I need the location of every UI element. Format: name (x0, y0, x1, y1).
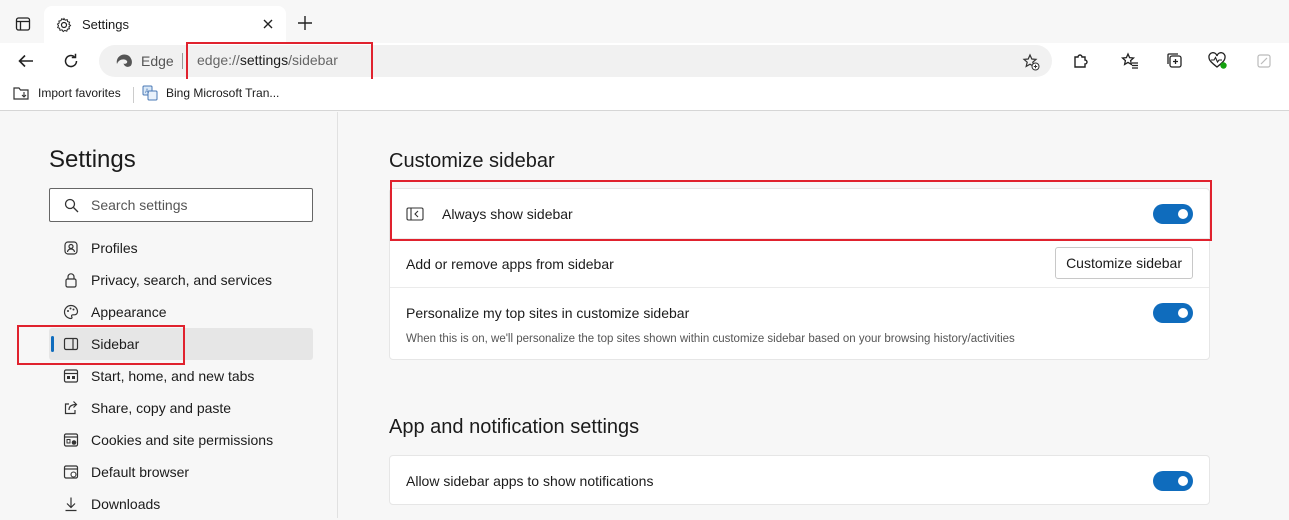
favorites-star-icon (1121, 52, 1138, 69)
profile-icon (63, 240, 79, 256)
new-tab-button[interactable] (292, 10, 318, 36)
favorites-separator (133, 87, 134, 103)
extensions-button[interactable] (1067, 47, 1095, 75)
section-title-customize-sidebar: Customize sidebar (389, 150, 555, 172)
nav-label: Downloads (91, 496, 161, 512)
tab-actions-button[interactable] (8, 9, 38, 39)
collections-icon (1167, 53, 1182, 68)
nav-item-profiles[interactable]: Profiles (49, 232, 313, 264)
refresh-button[interactable] (56, 46, 86, 76)
tab-title: Settings (82, 17, 129, 32)
section-title-app-notifications: App and notification settings (389, 416, 640, 438)
heart-pulse-icon (1208, 52, 1227, 69)
nav-label: Default browser (91, 464, 190, 480)
nav-item-downloads[interactable]: Downloads (49, 488, 313, 520)
nav-item-default-browser[interactable]: Default browser (49, 456, 313, 488)
home-tabs-icon (63, 368, 79, 384)
add-remove-apps-label: Add or remove apps from sidebar (406, 256, 614, 272)
browser-essentials-button[interactable] (1204, 47, 1232, 75)
star-add-icon (1022, 53, 1040, 71)
favorite-label: Import favorites (38, 86, 121, 100)
favorite-import[interactable]: Import favorites (12, 85, 121, 101)
search-input[interactable] (91, 197, 291, 213)
settings-title: Settings (49, 146, 136, 173)
edge-logo-icon (116, 54, 132, 67)
share-icon (63, 400, 79, 416)
palette-icon (63, 304, 79, 320)
nav-item-share[interactable]: Share, copy and paste (49, 392, 313, 424)
row-add-remove-apps: Add or remove apps from sidebar Customiz… (390, 239, 1209, 288)
row-personalize-top-sites: Personalize my top sites in customize si… (390, 288, 1209, 361)
allow-notifications-label: Allow sidebar apps to show notifications (406, 473, 654, 489)
bing-translator-icon: A (142, 85, 158, 101)
customize-sidebar-button[interactable]: Customize sidebar (1055, 247, 1193, 279)
close-icon (263, 19, 273, 29)
nav-label: Appearance (91, 304, 167, 320)
nav-item-privacy[interactable]: Privacy, search, and services (49, 264, 313, 296)
copilot-sidebar-button[interactable] (1250, 47, 1278, 75)
import-favorites-icon (13, 87, 29, 100)
settings-main: Customize sidebar Always show sidebar Ad… (339, 112, 1289, 518)
search-settings-box[interactable] (49, 188, 313, 222)
always-show-annotation-box (390, 180, 1212, 241)
row-allow-notifications: Allow sidebar apps to show notifications (390, 456, 1209, 506)
cookies-icon (63, 432, 79, 448)
sidebar-app-icon (1257, 54, 1271, 68)
puzzle-icon (1074, 54, 1088, 68)
download-icon (63, 496, 79, 512)
back-button[interactable] (11, 46, 41, 76)
tab-settings[interactable]: Settings (44, 6, 286, 43)
nav-item-appearance[interactable]: Appearance (49, 296, 313, 328)
add-favorite-button[interactable] (1020, 51, 1042, 73)
tab-actions-icon (15, 17, 31, 31)
nav-label: Profiles (91, 240, 138, 256)
nav-label: Privacy, search, and services (91, 272, 273, 288)
allow-notifications-toggle[interactable] (1153, 471, 1193, 491)
site-identity-label[interactable]: Edge (141, 53, 174, 69)
favorite-label: Bing Microsoft Tran... (166, 86, 280, 100)
gear-icon (56, 16, 72, 32)
favorite-bing-translator[interactable]: A Bing Microsoft Tran... (142, 85, 279, 101)
refresh-icon (64, 53, 78, 68)
plus-icon (298, 16, 312, 30)
collections-button[interactable] (1161, 47, 1189, 75)
personalize-top-sites-toggle[interactable] (1153, 303, 1193, 323)
personalize-top-sites-description: When this is on, we'll personalize the t… (406, 333, 1015, 345)
close-tab-button[interactable] (258, 14, 278, 34)
browser-icon (63, 464, 79, 480)
sidebar-annotation-box (17, 325, 185, 365)
nav-item-cookies[interactable]: Cookies and site permissions (49, 424, 313, 456)
svg-text:A: A (145, 89, 149, 95)
search-icon (64, 198, 79, 212)
back-arrow-icon (18, 54, 33, 68)
favorites-bar: Import favorites A Bing Microsoft Tran..… (0, 79, 1289, 111)
url-annotation-box (186, 42, 373, 84)
personalize-top-sites-label: Personalize my top sites in customize si… (406, 305, 690, 321)
app-notification-card: Allow sidebar apps to show notifications (389, 455, 1210, 505)
lock-icon (63, 272, 79, 288)
settings-nav: Settings Profiles Privacy, search, and s… (0, 112, 338, 518)
tab-strip: Settings (0, 0, 1289, 43)
nav-label: Share, copy and paste (91, 400, 232, 416)
nav-label: Cookies and site permissions (91, 432, 274, 448)
nav-label: Start, home, and new tabs (91, 368, 255, 384)
address-separator (182, 53, 183, 69)
favorites-button[interactable] (1116, 47, 1144, 75)
